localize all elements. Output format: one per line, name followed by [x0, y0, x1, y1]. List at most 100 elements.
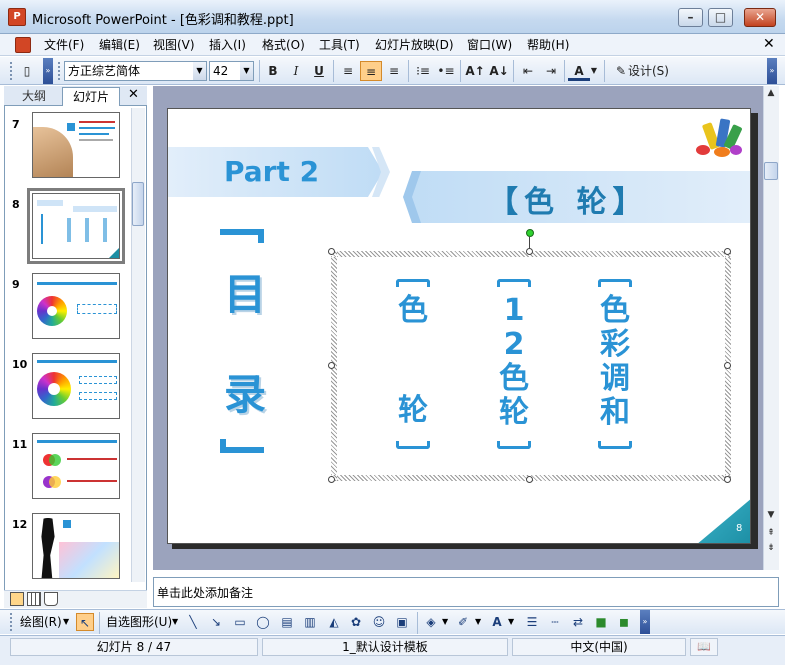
tab-slides[interactable]: 幻灯片 — [62, 87, 120, 106]
panel-close-icon[interactable]: ✕ — [128, 87, 139, 102]
decrease-indent-icon[interactable]: ⇤ — [517, 61, 539, 81]
autoshapes-button[interactable]: 自选图形(U) — [106, 613, 172, 631]
select-pointer-icon[interactable]: ↖ — [76, 613, 94, 631]
current-slide[interactable]: Part 2 【色 轮】 目 录 色 轮 1 2 色 轮 色 彩 调 和 8 — [167, 108, 751, 544]
resize-handle[interactable] — [328, 362, 335, 369]
slide-thumbnail-9[interactable] — [32, 273, 120, 339]
tab-outline[interactable]: 大纲 — [10, 87, 58, 106]
align-center-icon[interactable]: ≡ — [360, 61, 382, 81]
resize-handle[interactable] — [328, 476, 335, 483]
new-document-icon[interactable]: ▯ — [16, 61, 38, 81]
draw-dropdown-icon[interactable]: ▼ — [63, 613, 69, 631]
toolbar-overflow-icon[interactable]: » — [43, 58, 53, 84]
slide-thumbnail-8[interactable] — [27, 188, 125, 264]
resize-handle[interactable] — [724, 362, 731, 369]
picture-icon[interactable]: ▣ — [393, 613, 411, 631]
font-size-field[interactable]: 42 — [209, 61, 241, 81]
menu-tools[interactable]: 工具(T) — [319, 37, 360, 53]
document-close-icon[interactable]: ✕ — [763, 36, 775, 52]
shadow-style-icon[interactable]: ■ — [592, 613, 610, 631]
align-left-icon[interactable]: ≡ — [337, 61, 359, 81]
text-color-dropdown-icon[interactable]: ▼ — [508, 613, 514, 631]
fill-color-dropdown-icon[interactable]: ▼ — [442, 613, 448, 631]
clip-art-icon[interactable]: ☺ — [370, 613, 388, 631]
dash-style-icon[interactable]: ┄ — [546, 613, 564, 631]
menu-window[interactable]: 窗口(W) — [467, 37, 512, 53]
toolbar-grip[interactable] — [10, 613, 13, 631]
toolbar-grip[interactable] — [58, 62, 61, 80]
line-icon[interactable]: ╲ — [184, 613, 202, 631]
scroll-up-icon[interactable]: ▲ — [765, 88, 777, 98]
numbered-list-icon[interactable]: ⁝≡ — [412, 61, 434, 81]
slide-thumbnail-10[interactable] — [32, 353, 120, 419]
menu-insert[interactable]: 插入(I) — [209, 37, 246, 53]
rectangle-icon[interactable]: ▭ — [231, 613, 249, 631]
arrow-style-icon[interactable]: ⇄ — [569, 613, 587, 631]
diagram-icon[interactable]: ✿ — [347, 613, 365, 631]
slide-thumbnail-12[interactable] — [32, 513, 120, 579]
arrow-icon[interactable]: ↘ — [207, 613, 225, 631]
fill-color-icon[interactable]: ◈ — [422, 613, 440, 631]
line-color-dropdown-icon[interactable]: ▼ — [475, 613, 481, 631]
toolbar-overflow-icon[interactable]: » — [640, 610, 650, 634]
font-color-button[interactable]: A — [568, 61, 590, 81]
font-name-field[interactable]: 方正综艺简体 — [64, 61, 194, 81]
slide-sorter-icon[interactable] — [27, 592, 41, 606]
oval-icon[interactable]: ◯ — [254, 613, 272, 631]
bold-button[interactable]: B — [262, 61, 284, 81]
slide-scroll-thumb[interactable] — [764, 162, 778, 180]
design-button[interactable]: 设计(S) — [628, 61, 672, 81]
slide-thumbnail-7[interactable] — [32, 112, 120, 178]
scroll-down-icon[interactable]: ▼ — [765, 510, 777, 520]
previous-slide-icon[interactable]: ⇞ — [765, 528, 777, 538]
resize-handle[interactable] — [526, 476, 533, 483]
text-box-icon[interactable]: ▤ — [278, 613, 296, 631]
decrease-font-icon[interactable]: A↓ — [488, 61, 510, 81]
maximize-button[interactable]: □ — [708, 8, 733, 27]
wordart-icon[interactable]: ◭ — [325, 613, 343, 631]
font-dropdown-icon[interactable]: ▼ — [193, 61, 207, 81]
resize-handle[interactable] — [724, 476, 731, 483]
increase-indent-icon[interactable]: ⇥ — [540, 61, 562, 81]
menu-edit[interactable]: 编辑(E) — [99, 37, 140, 53]
close-button[interactable]: ✕ — [744, 8, 776, 27]
line-style-icon[interactable]: ☰ — [523, 613, 541, 631]
bullet-list-icon[interactable]: •≡ — [435, 61, 457, 81]
menu-format[interactable]: 格式(O) — [262, 37, 305, 53]
notes-placeholder[interactable]: 单击此处添加备注 — [157, 584, 253, 601]
menu-file[interactable]: 文件(F) — [44, 37, 84, 53]
toolbar-grip[interactable] — [10, 62, 13, 80]
vertical-text-box-icon[interactable]: ▥ — [301, 613, 319, 631]
menu-help[interactable]: 帮助(H) — [527, 37, 569, 53]
slide-thumbnail-11[interactable] — [32, 433, 120, 499]
italic-button[interactable]: I — [285, 61, 307, 81]
document-icon[interactable] — [15, 37, 31, 53]
3d-style-icon[interactable]: ◼ — [615, 613, 633, 631]
menu-view[interactable]: 视图(V) — [153, 37, 195, 53]
slide-title[interactable]: 【色 轮】 — [488, 177, 648, 221]
font-color-dropdown-icon[interactable]: ▼ — [588, 61, 600, 81]
powerpoint-app-icon[interactable]: P — [8, 8, 26, 26]
thumbnail-scrollbar[interactable] — [131, 108, 145, 582]
font-size-dropdown-icon[interactable]: ▼ — [240, 61, 254, 81]
draw-menu-button[interactable]: 绘图(R) — [20, 613, 62, 631]
rotate-handle[interactable] — [526, 229, 534, 237]
resize-handle[interactable] — [724, 248, 731, 255]
increase-font-icon[interactable]: A↑ — [464, 61, 486, 81]
minimize-button[interactable]: – — [678, 8, 703, 27]
normal-view-icon[interactable] — [10, 592, 24, 606]
underline-button[interactable]: U — [308, 61, 330, 81]
autoshapes-dropdown-icon[interactable]: ▼ — [172, 613, 178, 631]
resize-handle[interactable] — [328, 248, 335, 255]
thumbnail-scroll-thumb[interactable] — [132, 182, 144, 226]
menu-slideshow[interactable]: 幻灯片放映(D) — [375, 37, 454, 53]
line-color-icon[interactable]: ✐ — [454, 613, 472, 631]
toolbar-overflow-icon[interactable]: » — [767, 58, 777, 84]
resize-handle[interactable] — [526, 248, 533, 255]
spelling-status-icon[interactable]: 📖 — [690, 638, 718, 656]
text-color-icon[interactable]: A — [488, 613, 506, 631]
slideshow-view-icon[interactable] — [44, 592, 58, 606]
slide-scrollbar[interactable] — [763, 86, 779, 570]
align-right-icon[interactable]: ≡ — [383, 61, 405, 81]
next-slide-icon[interactable]: ⇟ — [765, 543, 777, 553]
